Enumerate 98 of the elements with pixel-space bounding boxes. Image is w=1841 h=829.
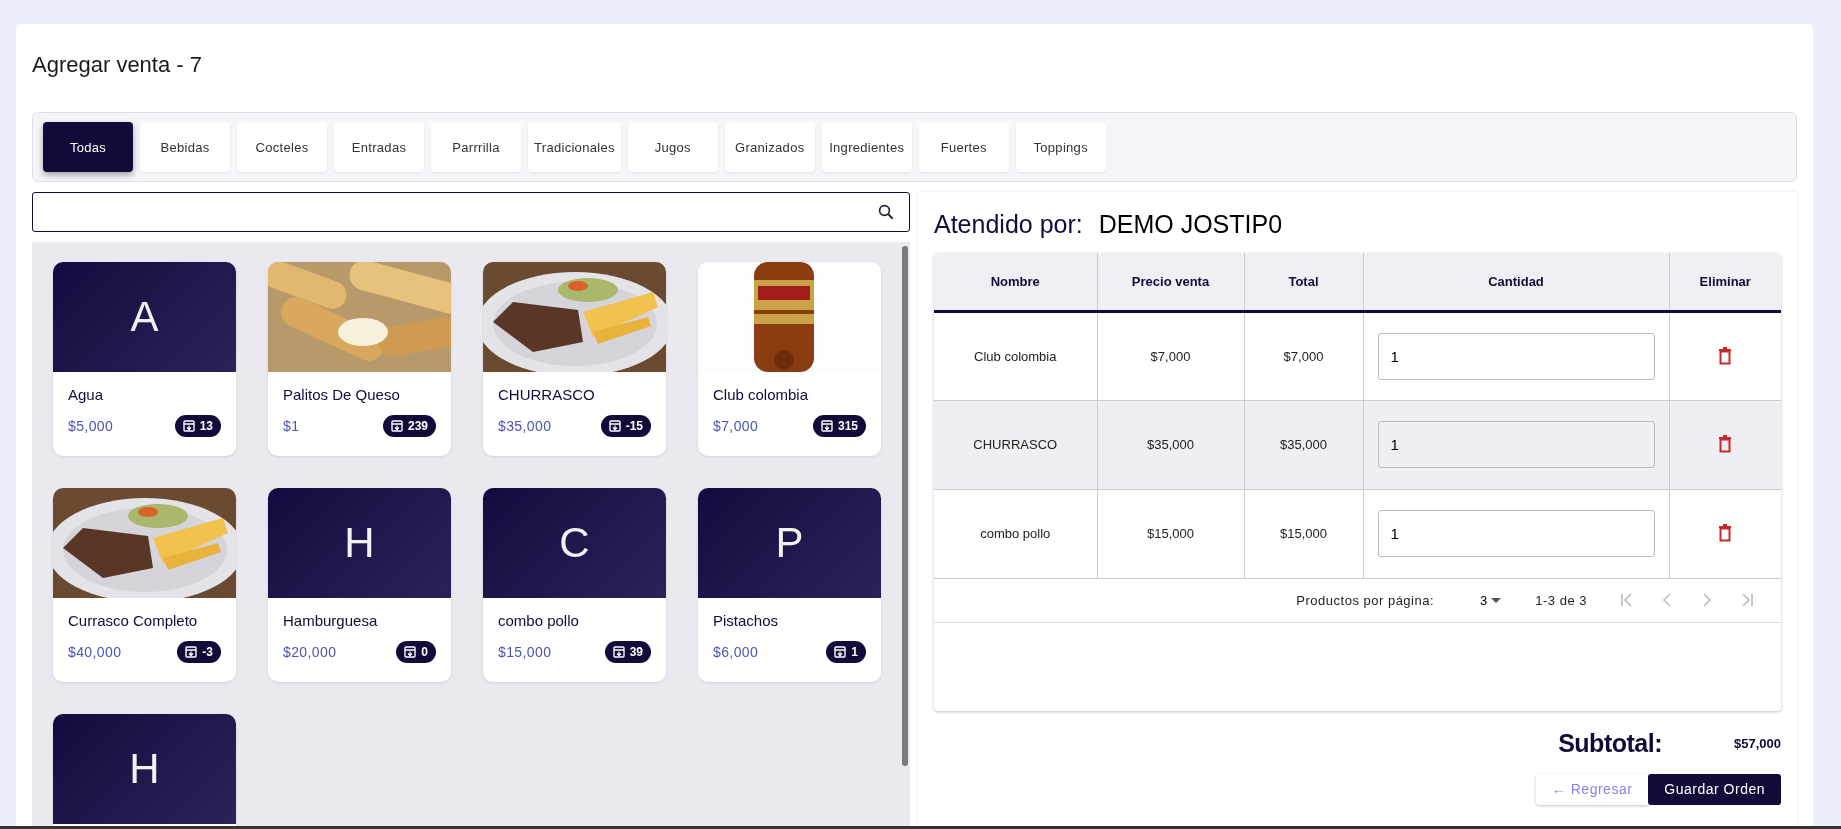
order-row[interactable]: CHURRASCO $35,000 $35,000 1	[934, 400, 1781, 489]
inventory-icon	[182, 420, 195, 432]
product-price: $40,000	[68, 644, 122, 660]
product-name: Currasco Completo	[68, 612, 199, 629]
page-range: 1-3 de 3	[1535, 592, 1587, 608]
category-tab[interactable]: Entradas	[334, 122, 424, 172]
inventory-icon	[608, 420, 621, 432]
chevron-right-icon	[1702, 593, 1712, 607]
order-row[interactable]: Club colombia $7,000 $7,000 1	[934, 311, 1781, 400]
inventory-icon	[390, 420, 403, 432]
letter-text: H	[129, 745, 160, 793]
page-title: Agregar venta - 7	[32, 52, 203, 78]
product-price: $6,000	[713, 644, 759, 660]
table-cell: $35,000	[1244, 400, 1363, 489]
product-card[interactable]: Palitos De Queso $1 239	[268, 262, 451, 456]
column-header: Cantidad	[1363, 253, 1669, 311]
category-tab[interactable]: Cocteles	[237, 122, 327, 172]
letter-text: H	[344, 519, 375, 567]
save-order-button[interactable]: Guardar Orden	[1648, 773, 1781, 805]
last-page-icon	[1740, 593, 1754, 607]
product-price: $1	[283, 418, 300, 434]
table-cell: $15,000	[1244, 489, 1363, 578]
product-price: $7,000	[713, 418, 759, 434]
inventory-icon	[185, 646, 198, 658]
table-cell: $7,000	[1244, 311, 1363, 400]
product-name: Club colombia	[713, 386, 810, 403]
dropdown-icon	[1491, 597, 1502, 603]
inventory-icon	[612, 646, 625, 658]
product-card[interactable]: P Pistachos $6,000 1	[698, 488, 881, 682]
category-tab[interactable]: Parrrilla	[431, 122, 521, 172]
product-card[interactable]: H Hamburguesa $20,000 0	[268, 488, 451, 682]
quantity-field[interactable]: 1	[1377, 421, 1655, 468]
trash-icon	[1718, 524, 1733, 542]
table-cell: CHURRASCO	[934, 400, 1097, 489]
first-page-icon	[1620, 593, 1634, 607]
letter-text: C	[559, 519, 590, 567]
product-name: Hamburguesa	[283, 612, 379, 629]
category-tab[interactable]: Fuertes	[918, 122, 1009, 172]
product-price: $15,000	[498, 644, 552, 660]
rows-per-page-select[interactable]: 3	[1474, 591, 1508, 609]
letter-text: P	[775, 519, 804, 567]
table-cell: Club colombia	[934, 311, 1097, 400]
attendant-name: DEMO JOSTIP0	[1098, 210, 1283, 239]
search-icon	[877, 203, 895, 221]
stock-badge: 1	[826, 641, 866, 663]
product-name: Palitos De Queso	[283, 386, 401, 403]
table-cell: $7,000	[1097, 311, 1244, 400]
letter-text: A	[130, 293, 159, 341]
product-price: $5,000	[68, 418, 114, 434]
product-card[interactable]: H	[53, 714, 236, 826]
stock-badge: 315	[812, 415, 866, 437]
product-card[interactable]: Currasco Completo $40,000 -3	[53, 488, 236, 682]
column-header: Nombre	[934, 253, 1097, 311]
subtotal-label: Subtotal:	[1558, 728, 1662, 758]
category-tab[interactable]: Granizados	[724, 122, 815, 172]
table-cell: $15,000	[1097, 489, 1244, 578]
order-row[interactable]: combo pollo $15,000 $15,000 1	[934, 489, 1781, 578]
product-price: $35,000	[498, 418, 552, 434]
stock-badge: 39	[604, 641, 651, 663]
category-tab[interactable]: Jugos	[627, 122, 718, 172]
column-header: Eliminar	[1669, 253, 1781, 311]
product-name: Agua	[68, 386, 105, 403]
product-card[interactable]: C combo pollo $15,000 39	[483, 488, 666, 682]
category-tab[interactable]: Todas	[43, 122, 133, 172]
search-field[interactable]	[32, 192, 910, 232]
category-tab[interactable]: Ingredientes	[821, 122, 912, 172]
quantity-field[interactable]: 1	[1377, 510, 1655, 557]
chevron-left-icon	[1662, 593, 1672, 607]
trash-icon	[1718, 435, 1733, 453]
stock-badge: -3	[177, 641, 221, 663]
stock-badge: 13	[174, 415, 221, 437]
table-cell: combo pollo	[934, 489, 1097, 578]
product-name: combo pollo	[498, 612, 580, 629]
product-card[interactable]: A Agua $5,000 13	[53, 262, 236, 456]
trash-icon	[1718, 346, 1733, 365]
product-name: CHURRASCO	[498, 386, 596, 403]
subtotal-value: $57,000	[1734, 735, 1781, 751]
product-card[interactable]: CHURRASCO $35,000 -15	[483, 262, 666, 456]
inventory-icon	[404, 646, 417, 658]
product-name: Pistachos	[713, 612, 780, 629]
stock-badge: 239	[382, 415, 436, 437]
column-header: Total	[1244, 253, 1363, 311]
inventory-icon	[834, 646, 847, 658]
product-price: $20,000	[283, 644, 337, 660]
scrollbar-thumb[interactable]	[902, 246, 908, 766]
rows-per-page-label: Productos por página:	[1296, 592, 1435, 608]
attended-label: Atendido por:	[934, 210, 1083, 239]
category-tab[interactable]: Toppings	[1015, 122, 1106, 172]
quantity-field[interactable]: 1	[1377, 332, 1655, 380]
category-tab[interactable]: Tradicionales	[528, 122, 621, 172]
column-header: Precio venta	[1097, 253, 1244, 311]
category-tab[interactable]: Bebidas	[140, 122, 230, 172]
product-card[interactable]: Club colombia $7,000 315	[698, 262, 881, 456]
inventory-icon	[820, 420, 833, 432]
table-cell: $35,000	[1097, 400, 1244, 489]
back-button[interactable]: ← Regresar	[1535, 773, 1649, 805]
stock-badge: -15	[600, 415, 651, 437]
stock-badge: 0	[396, 641, 436, 663]
